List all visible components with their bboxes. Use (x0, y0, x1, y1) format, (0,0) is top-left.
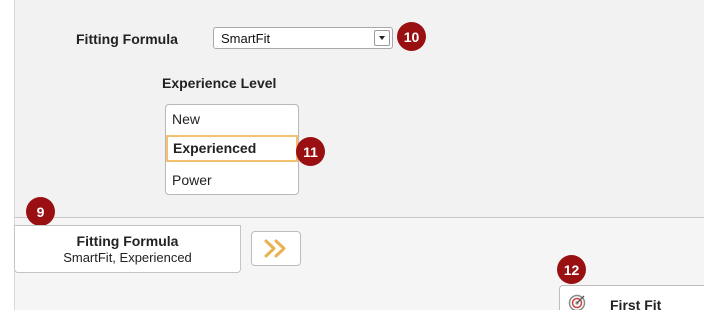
fitting-formula-label: Fitting Formula (76, 31, 178, 47)
chevron-down-icon[interactable] (374, 30, 390, 46)
double-chevron-right-icon (264, 239, 286, 258)
callout-badge-11: 11 (296, 137, 325, 166)
callout-badge-9: 9 (26, 197, 55, 226)
summary-tab-title: Fitting Formula (76, 233, 179, 249)
fitting-formula-select[interactable]: SmartFit (213, 27, 393, 49)
experience-level-label: Experience Level (162, 75, 277, 91)
experience-level-list: New Experienced Power (165, 104, 299, 195)
fitting-screen: Fitting Formula SmartFit 10 Experience L… (0, 0, 704, 310)
callout-badge-12: 12 (557, 255, 586, 284)
next-step-button[interactable] (251, 231, 301, 266)
experience-option-power[interactable]: Power (166, 167, 298, 194)
target-icon (568, 294, 586, 310)
experience-option-new[interactable]: New (166, 106, 298, 133)
experience-option-experienced[interactable]: Experienced (166, 135, 298, 162)
fitting-formula-value: SmartFit (221, 31, 271, 46)
summary-tab-value: SmartFit, Experienced (63, 250, 192, 265)
callout-badge-10: 10 (397, 22, 426, 51)
first-fit-tab[interactable]: First Fit (559, 285, 704, 310)
first-fit-label: First Fit (610, 297, 662, 310)
fitting-formula-summary-tab[interactable]: Fitting Formula SmartFit, Experienced (14, 225, 241, 273)
